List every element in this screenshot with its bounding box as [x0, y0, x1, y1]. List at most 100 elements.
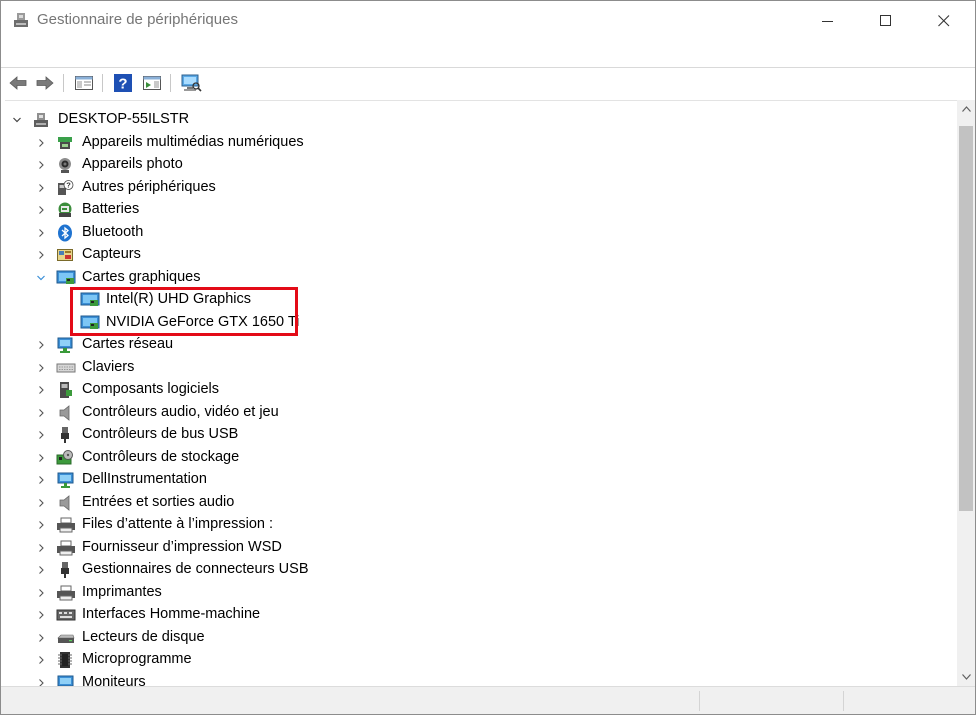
speaker-icon	[56, 404, 74, 422]
sensor-icon	[56, 246, 74, 264]
device-manager-icon	[12, 11, 30, 29]
tree-category[interactable]: Claviers	[5, 357, 945, 379]
camera-icon	[56, 156, 74, 174]
vertical-scrollbar[interactable]	[957, 100, 975, 686]
tree-category[interactable]: Microprogramme	[5, 649, 945, 671]
window-title: Gestionnaire de périphériques	[37, 11, 238, 28]
battery-icon	[56, 201, 74, 219]
scroll-up-button[interactable]	[957, 100, 975, 118]
chevron-down-icon[interactable]	[34, 271, 48, 285]
chevron-down-icon[interactable]	[10, 113, 24, 127]
chevron-right-icon[interactable]	[34, 361, 48, 375]
chevron-right-icon[interactable]	[34, 226, 48, 240]
back-button[interactable]	[7, 72, 29, 94]
chevron-right-icon[interactable]	[34, 338, 48, 352]
chevron-right-icon[interactable]	[34, 181, 48, 195]
tree-category-label: Composants logiciels	[82, 381, 220, 397]
chevron-right-icon[interactable]	[34, 631, 48, 645]
printer-icon	[56, 516, 75, 534]
bluetooth-icon	[56, 224, 74, 242]
help-button[interactable]: ?	[112, 72, 134, 94]
scan-hardware-icon	[181, 74, 202, 92]
tree-category[interactable]: Lecteurs de disque	[5, 627, 945, 649]
usb-icon	[56, 426, 74, 444]
tree-category-label: Cartes réseau	[82, 336, 174, 352]
tree-category-label: Fournisseur d’impression WSD	[82, 539, 282, 555]
scroll-up-icon	[961, 106, 971, 112]
chevron-right-icon[interactable]	[34, 653, 48, 667]
speaker-icon	[56, 494, 74, 512]
tree-category[interactable]: Contrôleurs audio, vidéo et jeu	[5, 402, 945, 424]
close-icon	[938, 15, 950, 27]
menu-bar	[1, 41, 975, 68]
tree-category[interactable]: Bluetooth	[5, 222, 945, 244]
chevron-right-icon[interactable]	[34, 136, 48, 150]
chevron-right-icon[interactable]	[34, 608, 48, 622]
scroll-down-button[interactable]	[957, 668, 975, 686]
network-adapter-icon	[56, 336, 74, 354]
chevron-right-icon[interactable]	[34, 473, 48, 487]
tree-category[interactable]: Interfaces Homme-machine	[5, 604, 945, 626]
chevron-right-icon[interactable]	[34, 158, 48, 172]
tree-category[interactable]: ? Autres périphériques	[5, 177, 945, 199]
keyboard-icon	[56, 359, 76, 377]
toolbar-separator	[102, 74, 103, 92]
chevron-right-icon[interactable]	[34, 203, 48, 217]
tree-category[interactable]: Contrôleurs de bus USB	[5, 424, 945, 446]
computer-icon	[32, 111, 50, 129]
chevron-right-icon[interactable]	[34, 406, 48, 420]
scrollbar-thumb[interactable]	[959, 126, 973, 511]
storage-controller-icon	[56, 449, 74, 467]
tree-category-label: Bluetooth	[82, 224, 144, 240]
tree-category-label: Imprimantes	[82, 584, 162, 600]
title-bar[interactable]: Gestionnaire de périphériques	[1, 1, 975, 41]
close-button[interactable]	[915, 1, 973, 41]
forward-button[interactable]	[34, 72, 56, 94]
chevron-right-icon[interactable]	[34, 518, 48, 532]
tree-category[interactable]: DellInstrumentation	[5, 469, 945, 491]
chevron-right-icon[interactable]	[34, 586, 48, 600]
tree-category-label: Claviers	[82, 359, 135, 375]
tree-category[interactable]: Imprimantes	[5, 582, 945, 604]
display-adapter-icon	[56, 269, 76, 287]
maximize-button[interactable]	[857, 1, 915, 41]
scan-hardware-button[interactable]	[180, 72, 202, 94]
chevron-right-icon[interactable]	[34, 383, 48, 397]
tree-category[interactable]: Gestionnaires de connecteurs USB	[5, 559, 945, 581]
show-hide-console-tree-icon	[75, 76, 93, 90]
device-tree[interactable]: DESKTOP-55ILSTR Appareils multimédias nu…	[5, 100, 957, 687]
chevron-right-icon[interactable]	[34, 428, 48, 442]
show-hide-console-tree-button[interactable]	[73, 72, 95, 94]
chevron-right-icon[interactable]	[34, 248, 48, 262]
tree-root-label: DESKTOP-55ILSTR	[58, 111, 190, 127]
tree-category[interactable]: Batteries	[5, 199, 945, 221]
tree-root[interactable]: DESKTOP-55ILSTR	[5, 109, 945, 131]
tree-category[interactable]: Files d’attente à l’impression :	[5, 514, 945, 536]
tree-category[interactable]: Capteurs	[5, 244, 945, 266]
minimize-button[interactable]	[799, 1, 857, 41]
tree-category[interactable]: Appareils multimédias numériques	[5, 132, 945, 154]
status-pane-divider	[843, 691, 844, 711]
highlight-annotation-box	[70, 287, 298, 336]
tree-category[interactable]: Entrées et sorties audio	[5, 492, 945, 514]
tree-category[interactable]: Appareils photo	[5, 154, 945, 176]
tree-category-label: Appareils multimédias numériques	[82, 134, 304, 150]
tree-category[interactable]: Fournisseur d’impression WSD	[5, 537, 945, 559]
tree-category[interactable]: Moniteurs	[5, 672, 945, 687]
tree-category-label: Interfaces Homme-machine	[82, 606, 261, 622]
chevron-right-icon[interactable]	[34, 451, 48, 465]
tree-category-expanded[interactable]: Cartes graphiques	[5, 267, 945, 289]
tree-category-label: Appareils photo	[82, 156, 183, 172]
tree-category[interactable]: Composants logiciels	[5, 379, 945, 401]
usb-icon	[56, 561, 74, 579]
properties-pane-button[interactable]	[141, 72, 163, 94]
chevron-right-icon[interactable]	[34, 541, 48, 555]
toolbar-separator	[63, 74, 64, 92]
chevron-right-icon[interactable]	[34, 496, 48, 510]
tree-category-label: Files d’attente à l’impression :	[82, 516, 273, 532]
tree-category-label: Capteurs	[82, 246, 141, 262]
tree-category[interactable]: Contrôleurs de stockage	[5, 447, 945, 469]
chevron-right-icon[interactable]	[34, 563, 48, 577]
tree-category[interactable]: Cartes réseau	[5, 334, 945, 356]
minimize-icon	[822, 21, 833, 22]
